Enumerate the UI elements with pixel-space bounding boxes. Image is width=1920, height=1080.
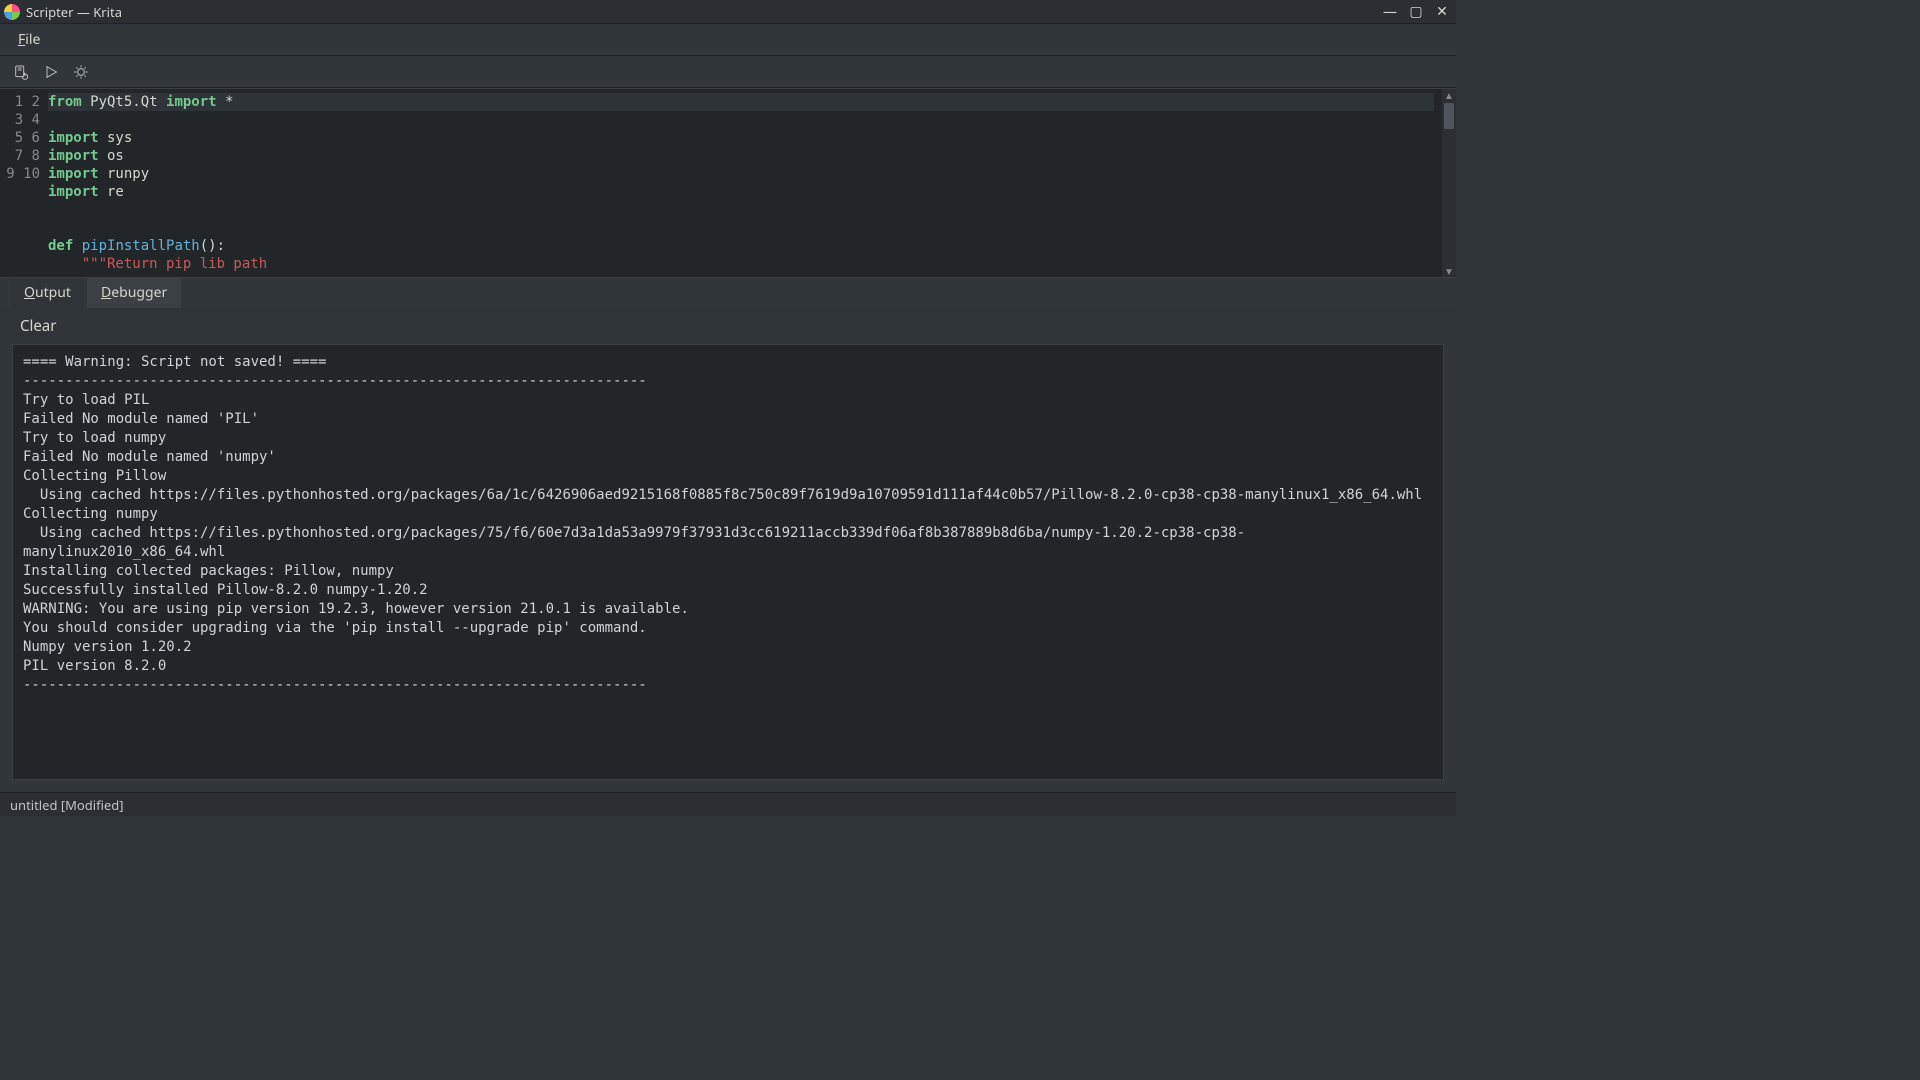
- line-gutter: 1 2 3 4 5 6 7 8 9 10: [0, 89, 46, 277]
- titlebar: Scripter — Krita — ▢ ✕: [0, 0, 1456, 24]
- app-icon: [4, 4, 20, 20]
- statusbar: untitled [Modified]: [0, 792, 1456, 816]
- output-panel[interactable]: ==== Warning: Script not saved! ==== ---…: [12, 344, 1444, 780]
- menubar: File: [0, 24, 1456, 56]
- tab-debugger[interactable]: Debugger: [87, 277, 181, 308]
- window-title: Scripter — Krita: [26, 3, 122, 21]
- tab-output[interactable]: Output: [10, 277, 85, 308]
- code-area[interactable]: from PyQt5.Qt import * import sysimport …: [46, 89, 1442, 277]
- editor-scrollbar[interactable]: ▲ ▼: [1442, 89, 1456, 277]
- menu-file[interactable]: File: [8, 26, 50, 53]
- output-toolbar: Clear: [0, 308, 1456, 344]
- close-button[interactable]: ✕: [1432, 2, 1452, 22]
- document-reload-icon[interactable]: [10, 61, 32, 83]
- scroll-up-arrow[interactable]: ▲: [1444, 89, 1454, 101]
- scroll-down-arrow[interactable]: ▼: [1444, 265, 1454, 277]
- panel-tabs: Output Debugger: [0, 278, 1456, 308]
- clear-button[interactable]: Clear: [20, 316, 56, 336]
- minimize-button[interactable]: —: [1380, 2, 1400, 22]
- scroll-track[interactable]: [1442, 101, 1456, 265]
- scroll-thumb[interactable]: [1444, 103, 1454, 129]
- debug-icon[interactable]: [70, 61, 92, 83]
- menu-file-rest: ile: [25, 30, 40, 49]
- code-editor[interactable]: 1 2 3 4 5 6 7 8 9 10 from PyQt5.Qt impor…: [0, 88, 1456, 278]
- tab-output-rest: utput: [35, 283, 71, 302]
- tab-debugger-rest: ebugger: [111, 283, 167, 302]
- run-icon[interactable]: [40, 61, 62, 83]
- maximize-button[interactable]: ▢: [1406, 2, 1426, 22]
- toolbar: [0, 56, 1456, 88]
- status-text: untitled [Modified]: [10, 796, 124, 814]
